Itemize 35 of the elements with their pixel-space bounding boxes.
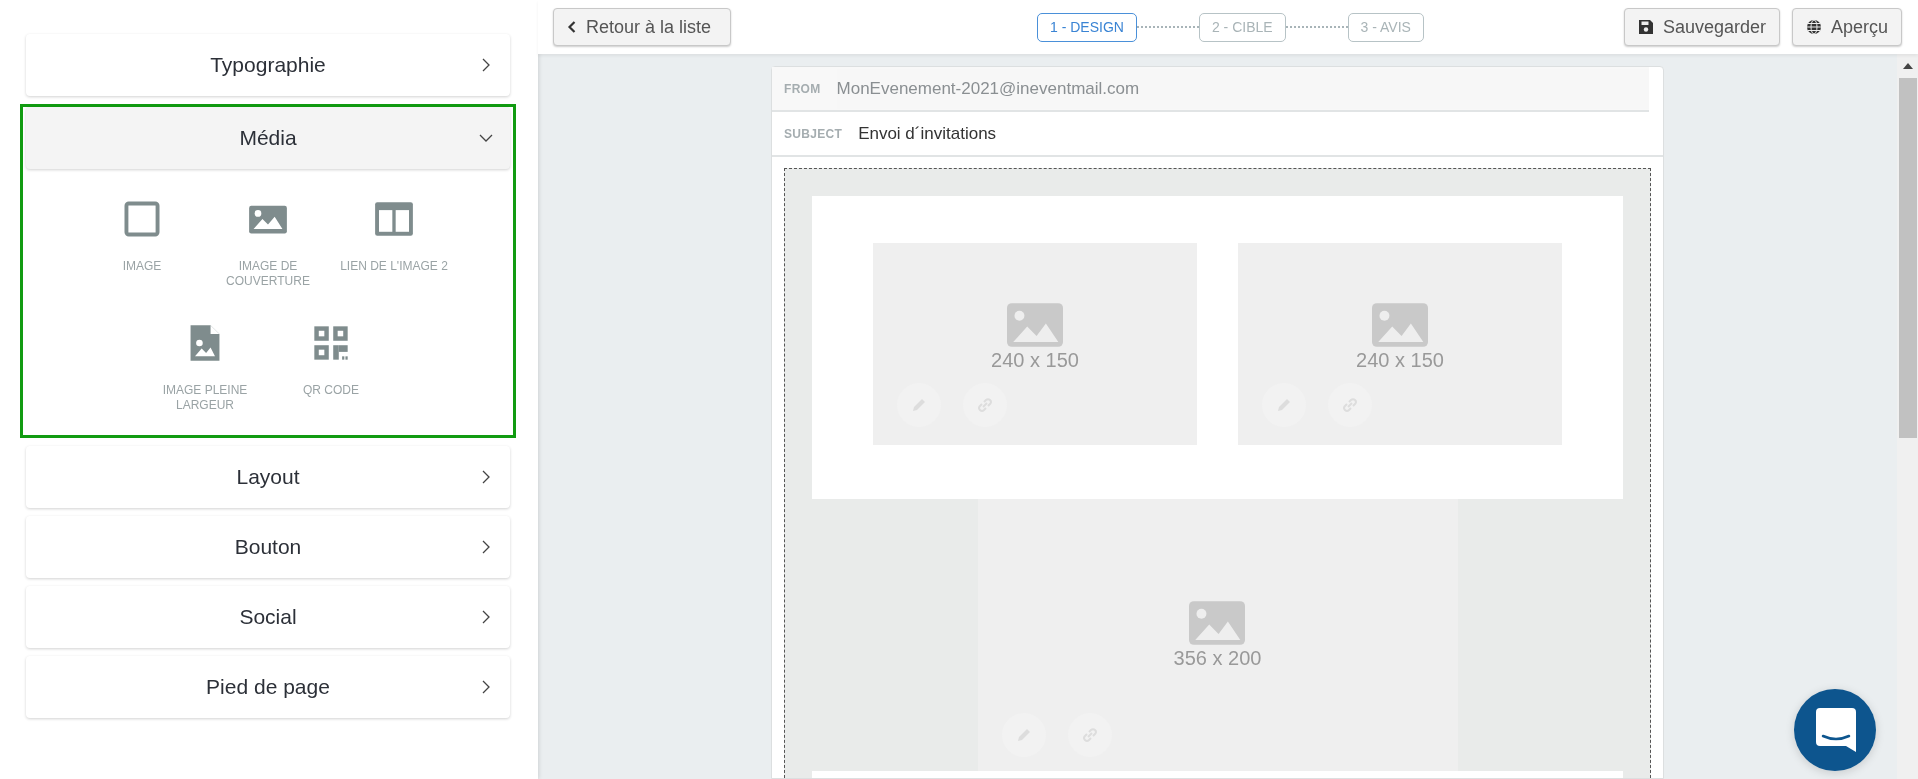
section-header[interactable]: Layout bbox=[26, 446, 510, 508]
chat-button[interactable] bbox=[1794, 689, 1876, 771]
step-tab[interactable]: 3 - AVIS bbox=[1347, 12, 1424, 42]
image-placeholder[interactable]: 356 x 200 bbox=[977, 499, 1458, 771]
media-tile[interactable]: LIEN DE L'IMAGE 2 bbox=[331, 199, 457, 303]
image-placeholder[interactable]: 240 x 150 bbox=[1238, 243, 1562, 445]
save-button[interactable]: Sauvegarder bbox=[1623, 8, 1780, 46]
field-label: SUBJECT bbox=[784, 126, 843, 141]
image-icon bbox=[1007, 302, 1063, 347]
section-header[interactable]: Typographie bbox=[26, 34, 510, 96]
back-button[interactable]: Retour à la liste bbox=[553, 8, 731, 46]
section-header[interactable]: Média bbox=[26, 107, 510, 169]
step-tab[interactable]: 1 - DESIGN bbox=[1037, 12, 1137, 42]
media-tile[interactable]: IMAGE PLEINE LARGEUR bbox=[142, 323, 268, 427]
image-icon bbox=[1372, 302, 1428, 347]
media-tile[interactable]: QR CODE bbox=[268, 323, 394, 427]
field-label: FROM bbox=[784, 81, 821, 96]
section-header[interactable]: Social bbox=[26, 586, 510, 648]
scroll-up-icon bbox=[1902, 63, 1913, 69]
media-tile[interactable]: IMAGE bbox=[79, 199, 205, 303]
section-header[interactable]: Bouton bbox=[26, 516, 510, 578]
section-header[interactable]: Pied de page bbox=[26, 656, 510, 718]
scrollbar[interactable] bbox=[1897, 54, 1918, 779]
preview-button[interactable]: Aperçu bbox=[1791, 8, 1902, 46]
columns-icon bbox=[374, 199, 414, 239]
image-icon bbox=[1189, 600, 1246, 645]
step-tab[interactable]: 2 - CIBLE bbox=[1198, 12, 1286, 42]
qr-code-icon bbox=[311, 323, 351, 363]
square-icon bbox=[122, 199, 162, 239]
subject-field[interactable]: Envoi d´invitations bbox=[858, 123, 997, 144]
chat-bubble-icon bbox=[1816, 708, 1856, 752]
media-tile[interactable]: IMAGE DE COUVERTURE bbox=[205, 199, 331, 303]
chevron-left-icon bbox=[567, 20, 577, 34]
globe-icon bbox=[1805, 19, 1822, 35]
image-placeholder[interactable]: 240 x 150 bbox=[873, 243, 1197, 445]
